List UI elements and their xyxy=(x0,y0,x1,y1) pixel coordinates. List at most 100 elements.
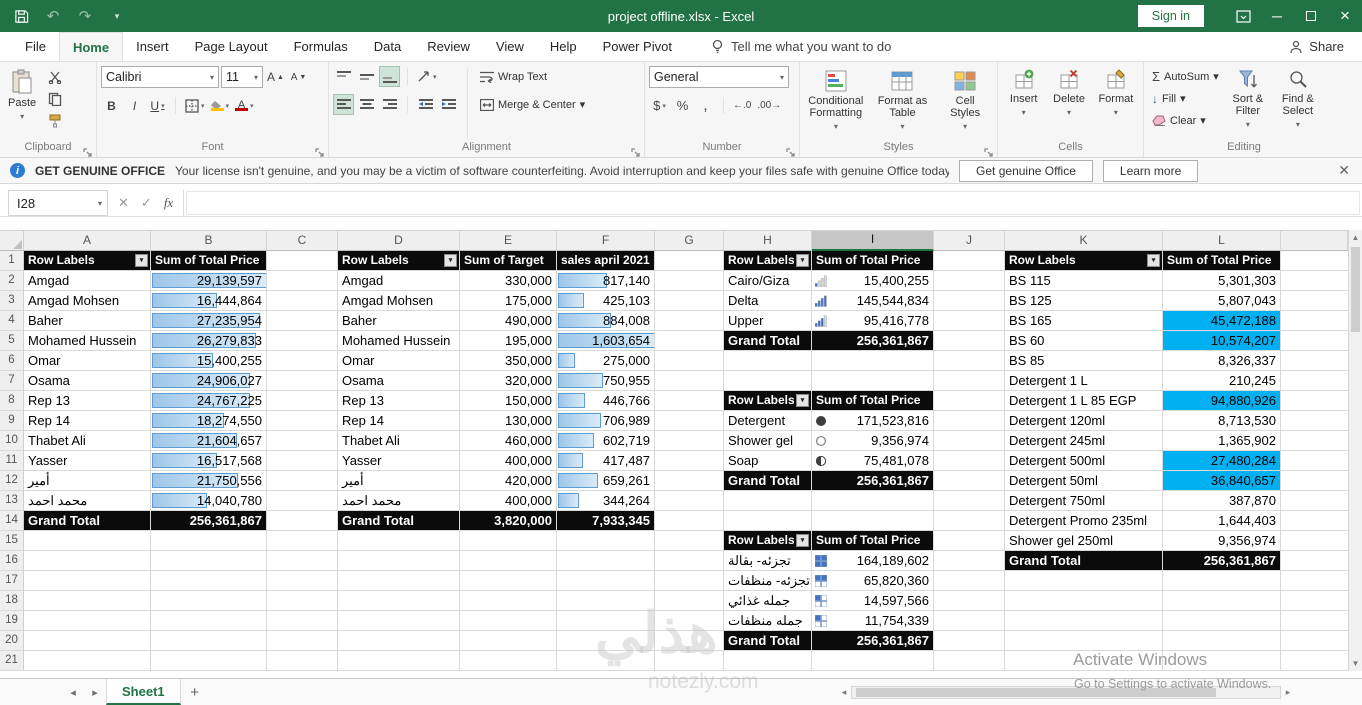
align-top-button[interactable] xyxy=(333,66,354,87)
column-header-G[interactable]: G xyxy=(655,231,724,251)
cell-K10[interactable]: Detergent 245ml xyxy=(1005,431,1163,451)
cell-E7[interactable]: 320,000 xyxy=(460,371,557,391)
cell-A1[interactable]: Row Labels ▾ xyxy=(24,251,151,271)
cell-H3[interactable]: Delta xyxy=(724,291,812,311)
format-as-table-button[interactable]: Format as Table ▾ xyxy=(872,66,934,136)
cell-F16[interactable] xyxy=(557,551,655,571)
cell-B3[interactable]: 16,444,864 xyxy=(151,291,267,311)
cell-G15[interactable] xyxy=(655,531,724,551)
cell-F12[interactable]: 659,261 xyxy=(557,471,655,491)
cell-D11[interactable]: Yasser xyxy=(338,451,460,471)
filter-button[interactable]: ▾ xyxy=(1147,254,1160,267)
cell-D12[interactable]: أمير xyxy=(338,471,460,491)
row-header-13[interactable]: 13 xyxy=(0,491,24,511)
column-header-K[interactable]: K xyxy=(1005,231,1163,251)
cell-I16[interactable]: 164,189,602 xyxy=(812,551,934,571)
row-header-21[interactable]: 21 xyxy=(0,651,24,671)
row-header-16[interactable]: 16 xyxy=(0,551,24,571)
format-cells-button[interactable]: Format ▾ xyxy=(1093,66,1139,122)
cell-B15[interactable] xyxy=(151,531,267,551)
cell-G11[interactable] xyxy=(655,451,724,471)
underline-button[interactable]: U ▾ xyxy=(147,95,168,116)
paste-button[interactable]: Paste ▾ xyxy=(4,66,40,126)
row-header-2[interactable]: 2 xyxy=(0,271,24,291)
cell-G10[interactable] xyxy=(655,431,724,451)
cell-L18[interactable] xyxy=(1163,591,1281,611)
filter-button[interactable]: ▾ xyxy=(444,254,457,267)
wrap-text-button[interactable]: Wrap Text xyxy=(476,66,589,87)
cell-B2[interactable]: 29,139,597 xyxy=(151,271,267,291)
cell-E15[interactable] xyxy=(460,531,557,551)
clear-button[interactable]: Clear ▾ xyxy=(1148,110,1223,131)
cell-J8[interactable] xyxy=(934,391,1005,411)
cell-I21[interactable] xyxy=(812,651,934,671)
cell-A11[interactable]: Yasser xyxy=(24,451,151,471)
cell-D17[interactable] xyxy=(338,571,460,591)
cell-K1[interactable]: Row Labels ▾ xyxy=(1005,251,1163,271)
cell-J11[interactable] xyxy=(934,451,1005,471)
cell-H21[interactable] xyxy=(724,651,812,671)
scroll-left-icon[interactable]: ◂ xyxy=(837,687,851,698)
cell-E16[interactable] xyxy=(460,551,557,571)
horizontal-scrollbar[interactable]: ◂ ▸ xyxy=(837,684,1295,701)
column-header-C[interactable]: C xyxy=(267,231,338,251)
clipboard-dialog-launcher[interactable] xyxy=(83,144,93,157)
cell-L15[interactable]: 9,356,974 xyxy=(1163,531,1281,551)
cell-D18[interactable] xyxy=(338,591,460,611)
cell-G21[interactable] xyxy=(655,651,724,671)
increase-font-button[interactable]: A ▲ xyxy=(265,67,286,88)
cell-G18[interactable] xyxy=(655,591,724,611)
row-header-4[interactable]: 4 xyxy=(0,311,24,331)
filter-button[interactable]: ▾ xyxy=(135,254,148,267)
cell-C1[interactable] xyxy=(267,251,338,271)
cell-C21[interactable] xyxy=(267,651,338,671)
tab-insert[interactable]: Insert xyxy=(123,32,182,61)
cell-I5[interactable]: 256,361,867 xyxy=(812,331,934,351)
cell-C9[interactable] xyxy=(267,411,338,431)
cell-D10[interactable]: Thabet Ali xyxy=(338,431,460,451)
get-genuine-office-button[interactable]: Get genuine Office xyxy=(959,159,1093,182)
cell-E12[interactable]: 420,000 xyxy=(460,471,557,491)
cell-E17[interactable] xyxy=(460,571,557,591)
tab-review[interactable]: Review xyxy=(414,32,483,61)
row-header-1[interactable]: 1 xyxy=(0,251,24,271)
cell-C18[interactable] xyxy=(267,591,338,611)
cell-F17[interactable] xyxy=(557,571,655,591)
cell-E4[interactable]: 490,000 xyxy=(460,311,557,331)
cell-B9[interactable]: 18,274,550 xyxy=(151,411,267,431)
cell-H9[interactable]: Detergent xyxy=(724,411,812,431)
find-select-button[interactable]: Find & Select ▾ xyxy=(1273,66,1323,134)
cell-I7[interactable] xyxy=(812,371,934,391)
cell-D5[interactable]: Mohamed Hussein xyxy=(338,331,460,351)
cell-H7[interactable] xyxy=(724,371,812,391)
select-all-corner[interactable] xyxy=(0,231,24,251)
cell-J10[interactable] xyxy=(934,431,1005,451)
cell-J1[interactable] xyxy=(934,251,1005,271)
cell-E21[interactable] xyxy=(460,651,557,671)
cell-G1[interactable] xyxy=(655,251,724,271)
column-header-I[interactable]: I xyxy=(812,231,934,251)
cell-K14[interactable]: Detergent Promo 235ml xyxy=(1005,511,1163,531)
font-dialog-launcher[interactable] xyxy=(315,144,325,157)
cell-A8[interactable]: Rep 13 xyxy=(24,391,151,411)
cell-E19[interactable] xyxy=(460,611,557,631)
cell-J21[interactable] xyxy=(934,651,1005,671)
cell-C15[interactable] xyxy=(267,531,338,551)
cell-D7[interactable]: Osama xyxy=(338,371,460,391)
fill-button[interactable]: ↓ Fill ▾ xyxy=(1148,88,1223,109)
cell-L12[interactable]: 36,840,657 xyxy=(1163,471,1281,491)
cell-A12[interactable]: أمير xyxy=(24,471,151,491)
cell-H6[interactable] xyxy=(724,351,812,371)
cell-B19[interactable] xyxy=(151,611,267,631)
bold-button[interactable]: B xyxy=(101,95,122,116)
cell-I2[interactable]: 15,400,255 xyxy=(812,271,934,291)
formula-input[interactable] xyxy=(186,191,1360,215)
scroll-right-icon[interactable]: ▸ xyxy=(1281,687,1295,698)
cell-A13[interactable]: محمد احمد xyxy=(24,491,151,511)
cell-B14[interactable]: 256,361,867 xyxy=(151,511,267,531)
cell-H5[interactable]: Grand Total xyxy=(724,331,812,351)
cell-B17[interactable] xyxy=(151,571,267,591)
horizontal-scrollbar-thumb[interactable] xyxy=(856,688,1216,697)
row-header-5[interactable]: 5 xyxy=(0,331,24,351)
cut-button[interactable] xyxy=(44,66,65,87)
